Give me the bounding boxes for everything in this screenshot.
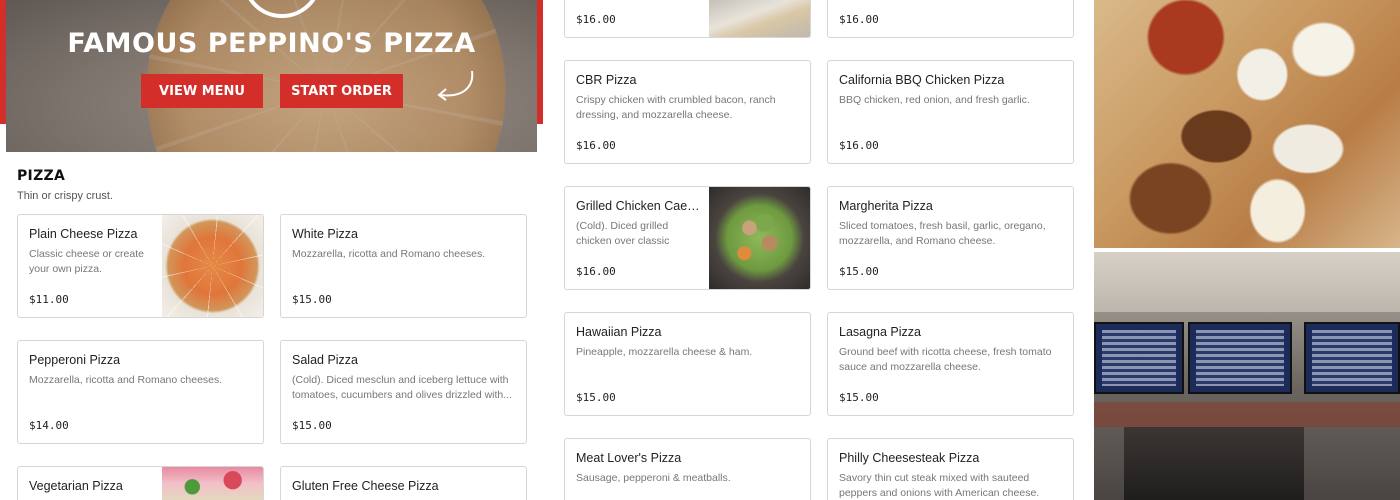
- curved-arrow-icon: [437, 70, 474, 101]
- menu-item-name: Hawaiian Pizza: [576, 325, 662, 339]
- menu-item-card[interactable]: Plain Cheese Pizza Classic cheese or cre…: [17, 214, 264, 318]
- section-subtitle: Thin or crispy crust.: [17, 190, 113, 202]
- menu-item-name: Grilled Chicken Caesar Salad Pizza: [576, 199, 700, 213]
- menu-item-card[interactable]: California BBQ Chicken Pizza BBQ chicken…: [827, 60, 1074, 164]
- menu-item-description: Mozzarella, ricotta and Romano cheeses.: [29, 374, 223, 386]
- menu-item-name: Vegetarian Pizza: [29, 479, 123, 493]
- menu-item-card[interactable]: Pepperoni Pizza Mozzarella, ricotta and …: [17, 340, 264, 444]
- menu-item-price: $15.00: [292, 293, 332, 306]
- pizza-oven: [1124, 427, 1304, 500]
- start-order-button[interactable]: START ORDER: [280, 74, 403, 108]
- menu-item-price: $15.00: [839, 391, 879, 404]
- menu-item-card[interactable]: Lasagna Pizza Ground beef with ricotta c…: [827, 312, 1074, 416]
- menu-item-card[interactable]: $16.00: [564, 0, 811, 38]
- menu-item-card[interactable]: Meat Lover's Pizza Sausage, pepperoni & …: [564, 438, 811, 500]
- view-menu-button[interactable]: VIEW MENU: [141, 74, 263, 108]
- menu-item-card[interactable]: White Pizza Mozzarella, ricotta and Roma…: [280, 214, 527, 318]
- menu-item-price: $14.00: [29, 419, 69, 432]
- menu-item-card[interactable]: Margherita Pizza Sliced tomatoes, fresh …: [827, 186, 1074, 290]
- menu-item-name: Lasagna Pizza: [839, 325, 922, 339]
- menu-item-name: Gluten Free Cheese Pizza: [292, 479, 439, 493]
- menu-item-price: $16.00: [576, 13, 616, 26]
- wall-trim: [1094, 402, 1400, 427]
- menu-item-description: Ground beef with ricotta cheese, fresh t…: [839, 346, 1052, 373]
- menu-item-price: $15.00: [292, 419, 332, 432]
- menu-item-name: California BBQ Chicken Pizza: [839, 73, 1005, 87]
- menu-item-card[interactable]: CBR Pizza Crispy chicken with crumbled b…: [564, 60, 811, 164]
- menu-item-description: Crispy chicken with crumbled bacon, ranc…: [576, 94, 776, 121]
- menu-item-card[interactable]: Philly Cheesesteak Pizza Savory thin cut…: [827, 438, 1074, 500]
- pizza-closeup-photo: [1094, 0, 1400, 248]
- menu-item-photo: [709, 0, 810, 37]
- menu-board-screen: [1304, 322, 1400, 394]
- menu-item-description: Sliced tomatoes, fresh basil, garlic, or…: [839, 220, 1046, 247]
- menu-item-description: Savory thin cut steak mixed with sauteed…: [839, 472, 1040, 499]
- menu-item-photo: [709, 187, 810, 289]
- menu-item-name: Salad Pizza: [292, 353, 359, 367]
- menu-item-name: CBR Pizza: [576, 73, 637, 87]
- menu-item-name: Pepperoni Pizza: [29, 353, 121, 367]
- menu-item-card[interactable]: Hawaiian Pizza Pineapple, mozzarella che…: [564, 312, 811, 416]
- menu-item-description: (Cold). Diced mesclun and iceberg lettuc…: [292, 374, 513, 401]
- menu-item-description: Pineapple, mozzarella cheese & ham.: [576, 346, 753, 358]
- menu-item-description: Sausage, pepperoni & meatballs.: [576, 472, 731, 484]
- restaurant-interior-photo: [1094, 252, 1400, 500]
- menu-item-description: Mozzarella, ricotta and Romano cheeses.: [292, 248, 486, 260]
- menu-item-price: $16.00: [576, 139, 616, 152]
- menu-item-name: White Pizza: [292, 227, 358, 241]
- menu-item-card[interactable]: $16.00: [827, 0, 1074, 38]
- menu-item-card[interactable]: Vegetarian Pizza: [17, 466, 264, 500]
- menu-item-description: BBQ chicken, red onion, and fresh garlic…: [839, 94, 1030, 106]
- menu-item-name: Meat Lover's Pizza: [576, 451, 682, 465]
- ceiling: [1094, 252, 1400, 312]
- menu-item-description: Classic cheese or create your own pizza.: [29, 248, 144, 275]
- menu-item-price: $15.00: [576, 391, 616, 404]
- menu-item-price: $15.00: [839, 265, 879, 278]
- menu-item-card[interactable]: Grilled Chicken Caesar Salad Pizza (Cold…: [564, 186, 811, 290]
- menu-item-price: $16.00: [839, 139, 879, 152]
- section-title: PIZZA: [17, 168, 66, 184]
- menu-item-name: Margherita Pizza: [839, 199, 933, 213]
- menu-item-name: Plain Cheese Pizza: [29, 227, 138, 241]
- menu-item-photo: [162, 215, 263, 317]
- menu-item-price: $16.00: [576, 265, 616, 278]
- menu-board-screen: [1094, 322, 1184, 394]
- menu-item-price: $16.00: [839, 13, 879, 26]
- menu-item-name: Philly Cheesesteak Pizza: [839, 451, 980, 465]
- menu-item-price: $11.00: [29, 293, 69, 306]
- hero-title: FAMOUS PEPPINO'S PIZZA: [67, 28, 476, 59]
- menu-item-photo: [162, 467, 263, 500]
- menu-item-card[interactable]: Gluten Free Cheese Pizza: [280, 466, 527, 500]
- menu-item-card[interactable]: Salad Pizza (Cold). Diced mesclun and ic…: [280, 340, 527, 444]
- menu-item-description: (Cold). Diced grilled chicken over class…: [576, 220, 670, 247]
- menu-board-screen: [1188, 322, 1292, 394]
